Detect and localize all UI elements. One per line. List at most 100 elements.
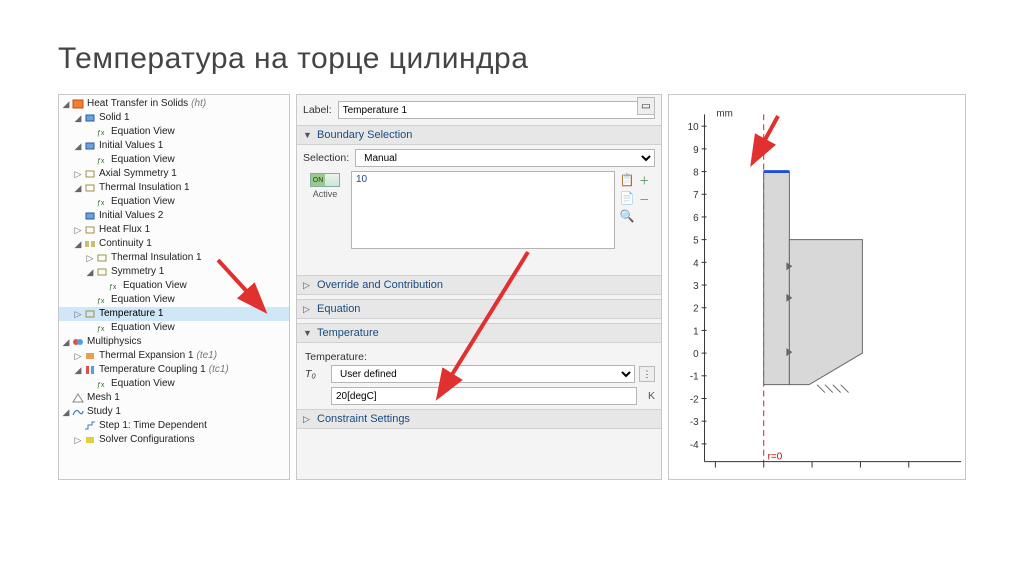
- tree-node-thermal-exp[interactable]: ▷Thermal Expansion 1(te1): [59, 349, 289, 363]
- svg-text:0: 0: [693, 349, 699, 360]
- tree-node-eq-view-7[interactable]: ƒxEquation View: [59, 377, 289, 391]
- svg-text:-2: -2: [690, 394, 699, 405]
- tree-node-iv2[interactable]: Initial Values 2: [59, 209, 289, 223]
- section-override[interactable]: ▷Override and Contribution: [297, 275, 661, 295]
- coupling-icon: [83, 350, 97, 362]
- tree-node-iv1[interactable]: ◢Initial Values 1: [59, 139, 289, 153]
- tree-node-mesh[interactable]: Mesh 1: [59, 391, 289, 405]
- help-icon: ▭: [641, 100, 651, 112]
- copy-selection-icon[interactable]: 📄: [620, 191, 634, 205]
- svg-text:4: 4: [693, 258, 699, 269]
- svg-text:ƒx: ƒx: [97, 298, 105, 305]
- remove-selection-button[interactable]: －: [639, 192, 655, 207]
- svg-text:6: 6: [693, 213, 699, 224]
- physics-icon: [71, 98, 85, 110]
- section-boundary-selection[interactable]: ▼Boundary Selection: [297, 125, 661, 145]
- domain-icon: [83, 140, 97, 152]
- t0-symbol: T₀: [305, 368, 327, 380]
- coupling-icon: [83, 364, 97, 376]
- active-toggle[interactable]: ON: [310, 173, 340, 187]
- active-label: Active: [313, 189, 338, 199]
- add-selection-button[interactable]: ＋: [639, 173, 655, 188]
- tree-node-step1[interactable]: Step 1: Time Dependent: [59, 419, 289, 433]
- tree-node-heat-flux[interactable]: ▷Heat Flux 1: [59, 223, 289, 237]
- selection-list[interactable]: 10: [351, 171, 615, 249]
- zoom-selection-icon[interactable]: 🔍: [620, 209, 634, 223]
- section-temperature[interactable]: ▼Temperature: [297, 323, 661, 343]
- model-tree-panel: ◢Heat Transfer in Solids(ht) ◢Solid 1 ƒx…: [58, 94, 290, 480]
- tree-node-symmetry[interactable]: ◢Symmetry 1: [59, 265, 289, 279]
- boundary-icon: [95, 252, 109, 264]
- graphics-panel[interactable]: 1098 765 432 10-1 -2-3-4 mm: [668, 94, 966, 480]
- section-constraint[interactable]: ▷Constraint Settings: [297, 409, 661, 429]
- label-input[interactable]: [338, 101, 655, 119]
- t0-unit: K: [641, 390, 655, 402]
- axis-r0-label: r=0: [768, 452, 783, 463]
- svg-text:ƒx: ƒx: [109, 284, 117, 291]
- svg-text:5: 5: [693, 236, 699, 247]
- svg-text:10: 10: [688, 122, 699, 133]
- svg-text:8: 8: [693, 168, 699, 179]
- tree-node-solver-config[interactable]: ▷Solver Configurations: [59, 433, 289, 447]
- geometry-plot: 1098 765 432 10-1 -2-3-4 mm: [669, 95, 965, 479]
- svg-text:7: 7: [693, 190, 698, 201]
- tree-node-eq-view-5[interactable]: ƒxEquation View: [59, 293, 289, 307]
- boundary-icon: [95, 266, 109, 278]
- multiphysics-icon: [71, 336, 85, 348]
- svg-text:ƒx: ƒx: [97, 200, 105, 207]
- tree-node-temp-coupling[interactable]: ◢Temperature Coupling 1(tc1): [59, 363, 289, 377]
- equation-icon: ƒx: [107, 280, 121, 292]
- t0-menu-button[interactable]: ⋮: [639, 366, 655, 382]
- equation-icon: ƒx: [95, 378, 109, 390]
- selection-label: Selection:: [303, 152, 349, 164]
- tree-node-thermal-ins-b[interactable]: ▷Thermal Insulation 1: [59, 251, 289, 265]
- svg-text:ƒx: ƒx: [97, 130, 105, 137]
- t0-type-combo[interactable]: User defined: [331, 365, 635, 383]
- help-button[interactable]: ▭: [637, 97, 655, 115]
- tree-node-eq-view-1[interactable]: ƒxEquation View: [59, 125, 289, 139]
- boundary-icon: [83, 308, 97, 320]
- settings-panel: ▭ Label: ▼Boundary Selection Selection: …: [296, 94, 662, 480]
- equation-icon: ƒx: [95, 196, 109, 208]
- equation-icon: ƒx: [95, 126, 109, 138]
- tree-node-continuity[interactable]: ◢Continuity 1: [59, 237, 289, 251]
- tree-node-study[interactable]: ◢Study 1: [59, 405, 289, 419]
- svg-text:ƒx: ƒx: [97, 158, 105, 165]
- svg-text:2: 2: [693, 304, 698, 315]
- svg-text:3: 3: [693, 281, 699, 292]
- svg-text:1: 1: [693, 326, 698, 337]
- svg-text:-4: -4: [690, 440, 699, 451]
- section-equation[interactable]: ▷Equation: [297, 299, 661, 319]
- domain-icon: [83, 210, 97, 222]
- slide-title: Температура на торце цилиндра: [0, 0, 1024, 76]
- tree-node-eq-view-2[interactable]: ƒxEquation View: [59, 153, 289, 167]
- tree-node-eq-view-3[interactable]: ƒxEquation View: [59, 195, 289, 209]
- pair-icon: [83, 238, 97, 250]
- tree-node-axial-sym[interactable]: ▷Axial Symmetry 1: [59, 167, 289, 181]
- svg-text:-3: -3: [690, 417, 699, 428]
- tree-node-eq-view-6[interactable]: ƒxEquation View: [59, 321, 289, 335]
- boundary-icon: [83, 168, 97, 180]
- svg-text:-1: -1: [690, 372, 699, 383]
- boundary-icon: [83, 182, 97, 194]
- tree-node-eq-view-4[interactable]: ƒxEquation View: [59, 279, 289, 293]
- solver-icon: [83, 434, 97, 446]
- step-icon: [83, 420, 97, 432]
- paste-selection-icon[interactable]: 📋: [620, 173, 634, 187]
- tree-node-thermal-ins[interactable]: ◢Thermal Insulation 1: [59, 181, 289, 195]
- boundary-icon: [83, 224, 97, 236]
- equation-icon: ƒx: [95, 294, 109, 306]
- tree-node-temperature1[interactable]: ▷Temperature 1: [59, 307, 289, 321]
- tree-node-multiphysics[interactable]: ◢Multiphysics: [59, 335, 289, 349]
- domain-icon: [83, 112, 97, 124]
- study-icon: [71, 406, 85, 418]
- temperature-label: Temperature:: [305, 351, 655, 363]
- equation-icon: ƒx: [95, 154, 109, 166]
- label-label: Label:: [303, 104, 332, 116]
- svg-text:9: 9: [693, 145, 699, 156]
- tree-node-solid1[interactable]: ◢Solid 1: [59, 111, 289, 125]
- selection-combo[interactable]: Manual: [355, 149, 655, 167]
- tree-node-heat-transfer[interactable]: ◢Heat Transfer in Solids(ht): [59, 97, 289, 111]
- t0-expression-input[interactable]: [331, 387, 637, 405]
- main-content-row: ◢Heat Transfer in Solids(ht) ◢Solid 1 ƒx…: [58, 94, 966, 480]
